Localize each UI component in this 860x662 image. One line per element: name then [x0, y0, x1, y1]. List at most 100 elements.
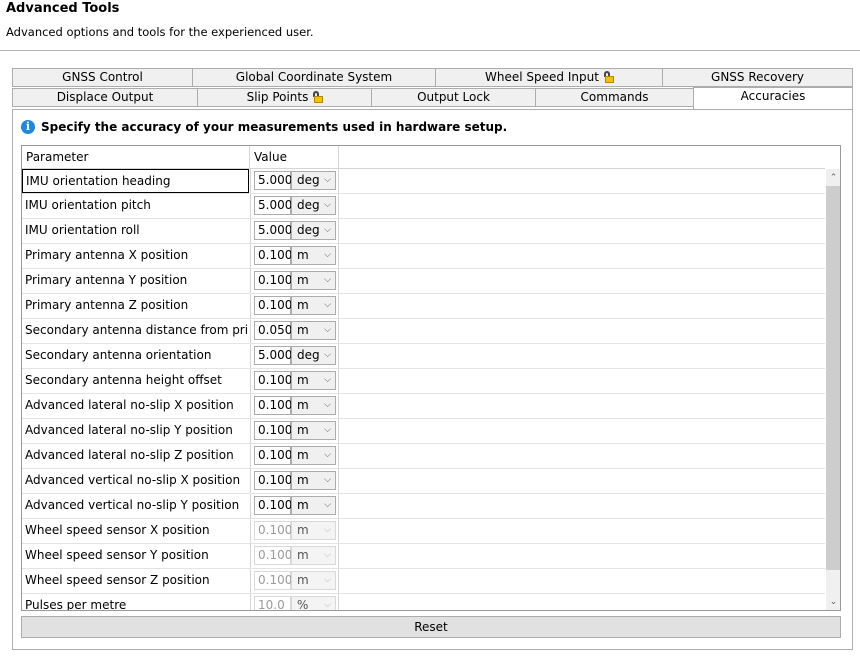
unit-label: m — [297, 423, 309, 437]
value-cell: 5.000 deg ⌵ — [250, 344, 339, 368]
accuracy-value-input[interactable]: 5.000 — [254, 221, 292, 240]
chevron-down-icon: ⌵ — [324, 400, 331, 410]
parameter-name[interactable]: Secondary antenna height offset — [22, 369, 249, 393]
parameter-name[interactable]: Wheel speed sensor X position — [22, 519, 249, 543]
chevron-down-icon: ⌵ — [324, 475, 331, 485]
accuracy-value-input[interactable]: 5.000 — [254, 171, 292, 190]
parameter-name[interactable]: Secondary antenna distance from primary — [22, 319, 249, 343]
unit-label: m — [297, 473, 309, 487]
unit-select[interactable]: m ⌵ — [291, 246, 336, 265]
accuracy-value-input: 10.0 — [254, 596, 291, 610]
accuracy-value-input[interactable]: 0.100 — [254, 421, 292, 440]
accuracy-grid: Parameter Value IMU orientation heading 5… — [21, 145, 841, 611]
parameter-name[interactable]: Wheel speed sensor Z position — [22, 569, 249, 593]
unit-select[interactable]: m ⌵ — [291, 271, 336, 290]
parameter-name[interactable]: Wheel speed sensor Y position — [22, 544, 249, 568]
parameter-name[interactable]: Advanced vertical no-slip Y position — [22, 494, 249, 518]
lock-icon — [312, 91, 324, 103]
accuracy-value-input[interactable]: 0.050 — [254, 321, 292, 340]
column-header-value[interactable]: Value — [250, 146, 339, 168]
unit-select: m ⌵ — [291, 571, 336, 590]
accuracy-value-input[interactable]: 0.100 — [254, 296, 292, 315]
page-title: Advanced Tools — [6, 1, 120, 16]
parameter-name[interactable]: IMU orientation roll — [22, 219, 249, 243]
parameter-name[interactable]: IMU orientation pitch — [22, 194, 249, 218]
tab-global-coordinate-system[interactable]: Global Coordinate System — [192, 68, 436, 87]
parameter-name[interactable]: Primary antenna Z position — [22, 294, 249, 318]
unit-select[interactable]: m ⌵ — [291, 496, 336, 515]
value-cell: 10.0% ⌵ — [250, 594, 339, 611]
unit-label: % — [297, 598, 309, 611]
scroll-up-icon[interactable]: ⌃ — [826, 169, 840, 187]
parameter-name[interactable]: Primary antenna Y position — [22, 269, 249, 293]
unit-select[interactable]: deg ⌵ — [291, 346, 336, 365]
parameter-name[interactable]: Advanced lateral no-slip Y position — [22, 419, 249, 443]
unit-select[interactable]: m ⌵ — [291, 296, 336, 315]
tab-displace-output[interactable]: Displace Output — [12, 88, 198, 107]
table-row: IMU orientation roll 5.000 deg ⌵ — [22, 219, 825, 244]
table-row: Primary antenna Y position 0.100 m ⌵ — [22, 269, 825, 294]
tab-output-lock[interactable]: Output Lock — [371, 88, 536, 107]
unit-select[interactable]: m ⌵ — [291, 396, 336, 415]
table-row: IMU orientation pitch 5.000 deg ⌵ — [22, 194, 825, 219]
table-row: Pulses per metre 10.0% ⌵ — [22, 594, 825, 611]
value-cell: 5.000 deg ⌵ — [250, 219, 339, 243]
table-row: Secondary antenna distance from primary 0… — [22, 319, 825, 344]
unit-select[interactable]: deg ⌵ — [291, 221, 336, 240]
unit-select[interactable]: deg ⌵ — [291, 171, 336, 190]
parameter-name[interactable]: Advanced lateral no-slip X position — [22, 394, 249, 418]
accuracy-value-input: 0.100 — [254, 546, 292, 565]
unit-select[interactable]: m ⌵ — [291, 421, 336, 440]
tab-slip-points[interactable]: Slip Points — [197, 88, 372, 107]
chevron-down-icon: ⌵ — [324, 425, 331, 435]
value-cell: 0.100 m ⌵ — [250, 244, 339, 268]
scrollbar-thumb[interactable] — [826, 186, 840, 570]
value-cell: 0.100 m ⌵ — [250, 419, 339, 443]
unit-select[interactable]: deg ⌵ — [291, 196, 336, 215]
unit-label: deg — [297, 198, 320, 212]
unit-select[interactable]: m ⌵ — [291, 446, 336, 465]
chevron-down-icon: ⌵ — [324, 275, 331, 285]
accuracy-value-input[interactable]: 0.100 — [254, 396, 292, 415]
info-icon: i — [21, 120, 35, 134]
chevron-down-icon: ⌵ — [324, 525, 331, 535]
reset-button[interactable]: Reset — [21, 616, 841, 638]
tab-accuracies[interactable]: Accuracies — [693, 87, 853, 109]
unit-select[interactable]: m ⌵ — [291, 321, 336, 340]
parameter-name[interactable]: Advanced lateral no-slip Z position — [22, 444, 249, 468]
scroll-down-icon[interactable]: ⌄ — [826, 593, 840, 610]
table-row: Primary antenna Z position 0.100 m ⌵ — [22, 294, 825, 319]
table-row: Advanced lateral no-slip Z position 0.100… — [22, 444, 825, 469]
value-cell: 0.100 m ⌵ — [250, 469, 339, 493]
parameter-name[interactable]: Pulses per metre — [22, 594, 249, 610]
accuracy-value-input[interactable]: 0.100 — [254, 446, 292, 465]
vertical-scrollbar[interactable]: ⌃ ⌄ — [826, 169, 840, 610]
grid-rows: IMU orientation heading 5.000 deg ⌵ IMU orie… — [22, 169, 825, 611]
accuracy-value-input[interactable]: 0.100 — [254, 496, 292, 515]
unit-label: m — [297, 523, 309, 537]
chevron-down-icon: ⌵ — [324, 250, 331, 260]
column-header-parameter[interactable]: Parameter — [22, 146, 250, 168]
unit-label: m — [297, 323, 309, 337]
accuracy-value-input[interactable]: 0.100 — [254, 246, 292, 265]
parameter-name[interactable]: Secondary antenna orientation — [22, 344, 249, 368]
chevron-down-icon: ⌵ — [324, 600, 331, 610]
unit-select[interactable]: m ⌵ — [291, 471, 336, 490]
tab-gnss-recovery[interactable]: GNSS Recovery — [662, 68, 853, 87]
accuracy-value-input[interactable]: 5.000 — [254, 346, 292, 365]
unit-label: m — [297, 548, 309, 562]
parameter-name[interactable]: Advanced vertical no-slip X position — [22, 469, 249, 493]
tab-wheel-speed-input[interactable]: Wheel Speed Input — [435, 68, 663, 87]
parameter-name[interactable]: Primary antenna X position — [22, 244, 249, 268]
tab-gnss-control[interactable]: GNSS Control — [12, 68, 193, 87]
unit-label: deg — [297, 223, 320, 237]
parameter-name[interactable]: IMU orientation heading — [22, 169, 249, 193]
unit-label: m — [297, 373, 309, 387]
accuracy-value-input[interactable]: 0.100 — [254, 371, 292, 390]
tab-commands[interactable]: Commands — [535, 88, 694, 107]
unit-select[interactable]: m ⌵ — [291, 371, 336, 390]
accuracy-value-input[interactable]: 0.100 — [254, 271, 292, 290]
accuracy-value-input[interactable]: 5.000 — [254, 196, 292, 215]
accuracy-value-input[interactable]: 0.100 — [254, 471, 292, 490]
info-text: Specify the accuracy of your measurement… — [41, 120, 508, 134]
